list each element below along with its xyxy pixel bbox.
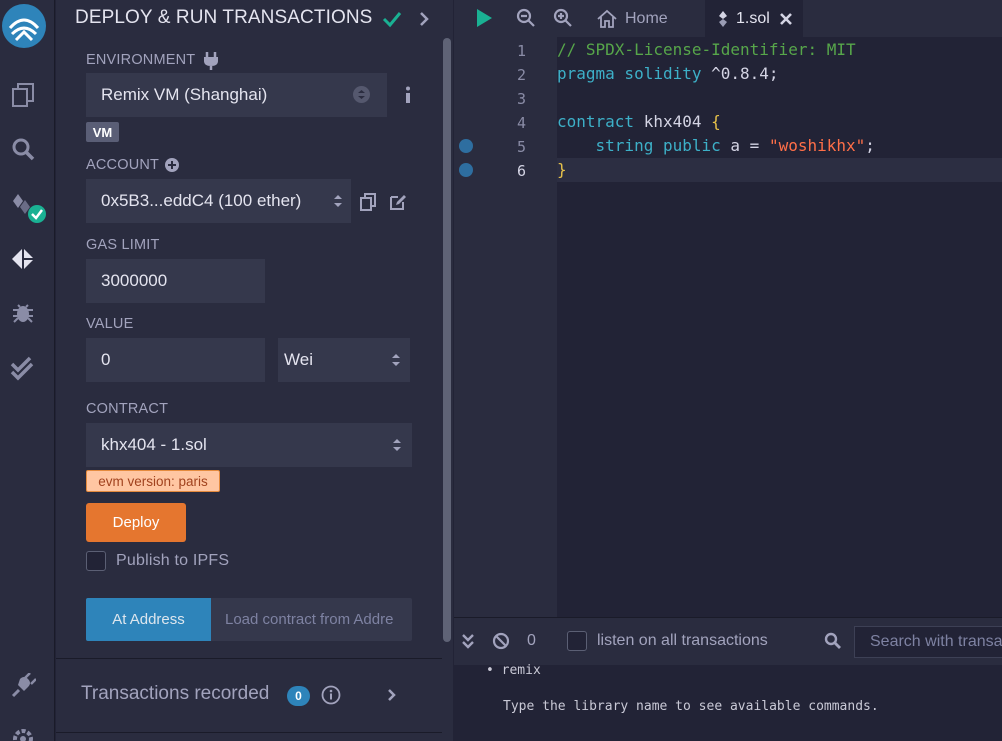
publish-ipfs-label: Publish to IPFS <box>116 552 230 569</box>
run-play-icon[interactable] <box>473 7 495 29</box>
code-editor[interactable]: // SPDX-License-Identifier: MIT pragma s… <box>557 37 1002 617</box>
settings-icon[interactable] <box>8 724 38 741</box>
gas-limit-input[interactable]: 3000000 <box>86 259 265 303</box>
select-arrows-icon <box>353 86 370 103</box>
file-explorer-icon[interactable] <box>8 80 38 110</box>
chevron-right-icon[interactable] <box>387 688 397 702</box>
search-icon <box>824 632 841 649</box>
testing-icon[interactable] <box>8 353 38 383</box>
compile-success-icon <box>28 205 46 223</box>
line-number: 1 <box>516 42 526 60</box>
contract-select[interactable]: khx404 - 1.sol <box>86 423 412 467</box>
environment-select[interactable]: Remix VM (Shanghai) <box>86 73 387 117</box>
account-select[interactable]: 0x5B3...eddC4 (100 ether) <box>86 179 351 223</box>
transactions-recorded-title[interactable]: Transactions recorded <box>81 683 269 705</box>
add-account-icon[interactable] <box>165 158 179 172</box>
gas-limit-label: GAS LIMIT <box>86 237 160 253</box>
value-input[interactable]: 0 <box>86 338 265 382</box>
deploy-run-panel: DEPLOY & RUN TRANSACTIONS ENVIRONMENT Re… <box>56 0 453 741</box>
contract-label: CONTRACT <box>86 401 169 417</box>
code-line: // SPDX-License-Identifier: MIT <box>557 40 856 59</box>
editor-gutter: 1 2 3 4 5 6 <box>454 37 557 617</box>
solidity-file-icon <box>719 10 727 27</box>
value-label: VALUE <box>86 316 134 332</box>
vm-badge: VM <box>86 122 119 142</box>
plugin-manager-icon[interactable] <box>8 671 38 701</box>
chevron-right-icon[interactable] <box>418 11 430 27</box>
pending-tx-count: 0 <box>527 632 536 649</box>
panel-title: DEPLOY & RUN TRANSACTIONS <box>75 7 373 28</box>
publish-ipfs-checkbox[interactable] <box>86 551 106 571</box>
terminal-search-input[interactable]: Search with transaction hash or address <box>854 626 1002 658</box>
divider <box>56 658 442 659</box>
code-line: contract khx404 { <box>557 112 721 131</box>
account-label: ACCOUNT <box>86 157 160 173</box>
terminal-bullet-line: • remix <box>486 663 541 678</box>
updown-arrows-icon <box>392 354 400 366</box>
info-icon[interactable] <box>404 86 412 104</box>
debugger-icon[interactable] <box>8 298 38 328</box>
remix-logo-icon[interactable] <box>0 2 48 50</box>
copy-icon[interactable] <box>360 193 376 211</box>
divider <box>56 732 442 733</box>
line-number: 2 <box>516 66 526 84</box>
transactions-count-badge: 0 <box>287 686 310 706</box>
line-number: 3 <box>516 90 526 108</box>
code-line: string public a = "woshikhx"; <box>595 136 875 155</box>
line-number: 6 <box>516 162 526 180</box>
environment-label: ENVIRONMENT <box>86 52 196 68</box>
code-line: pragma solidity ^0.8.4; <box>557 64 779 83</box>
info-circle-icon[interactable] <box>321 685 341 705</box>
zoom-in-icon[interactable] <box>552 7 574 29</box>
panel-scrollbar[interactable] <box>443 38 451 642</box>
deploy-run-icon[interactable] <box>8 244 38 274</box>
search-icon[interactable] <box>8 134 38 164</box>
check-icon <box>382 12 402 28</box>
editor-tabs-bar: Home 1.sol <box>454 0 1002 37</box>
close-icon[interactable] <box>779 12 793 26</box>
plug-icon <box>204 52 218 70</box>
current-line-highlight <box>557 158 1002 182</box>
icon-rail <box>0 0 55 741</box>
updown-arrows-icon <box>393 439 401 451</box>
edit-icon[interactable] <box>389 193 407 211</box>
tab-file[interactable]: 1.sol <box>705 0 803 37</box>
line-number: 4 <box>516 114 526 132</box>
home-icon <box>597 9 617 28</box>
terminal-help-line: Type the library name to see available c… <box>503 699 879 714</box>
deploy-button[interactable]: Deploy <box>86 503 186 542</box>
evm-version-badge: evm version: paris <box>86 470 220 492</box>
updown-arrows-icon <box>334 195 342 207</box>
clear-console-icon[interactable] <box>492 632 510 650</box>
line-number: 5 <box>516 138 526 156</box>
at-address-input[interactable]: Load contract from Addre <box>211 598 412 641</box>
at-address-button[interactable]: At Address <box>86 598 211 641</box>
listen-all-label: listen on all transactions <box>597 632 768 649</box>
tab-home[interactable]: Home <box>596 0 704 37</box>
tab-home-label: Home <box>625 9 668 27</box>
code-line: } <box>557 160 567 179</box>
editor-area: Home 1.sol 1 2 3 4 5 6 // SPDX-License-I… <box>454 0 1002 741</box>
terminal-toolbar: 0 listen on all transactions Search with… <box>454 617 1002 665</box>
listen-all-checkbox[interactable] <box>567 631 587 651</box>
value-unit-select[interactable]: Wei <box>278 338 410 382</box>
zoom-out-icon[interactable] <box>515 7 537 29</box>
collapse-terminal-icon[interactable] <box>461 633 475 649</box>
terminal-output: • remix Type the library name to see ava… <box>454 663 1002 741</box>
tab-file-label: 1.sol <box>736 9 770 27</box>
